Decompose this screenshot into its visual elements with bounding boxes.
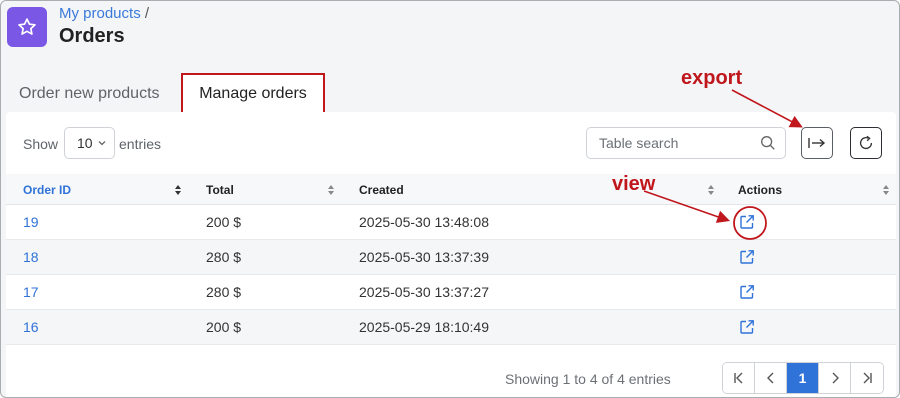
- table-row: 17 280 $ 2025-05-30 13:37:27: [6, 275, 896, 310]
- showing-entries-text: Showing 1 to 4 of 4 entries: [505, 371, 671, 387]
- tab-order-new-products[interactable]: Order new products: [19, 73, 160, 114]
- breadcrumb: My products /: [59, 5, 149, 22]
- order-id-link[interactable]: 18: [23, 249, 39, 265]
- table-row: 18 280 $ 2025-05-30 13:37:39: [6, 240, 896, 275]
- entries-label: entries: [119, 136, 162, 152]
- table-row: 16 200 $ 2025-05-29 18:10:49: [6, 310, 896, 345]
- open-external-icon[interactable]: [739, 284, 755, 300]
- sort-icon[interactable]: [707, 184, 715, 196]
- order-total: 280 $: [206, 249, 242, 265]
- open-external-icon[interactable]: [739, 214, 755, 230]
- entries-per-page-select[interactable]: 10: [64, 127, 115, 159]
- pagination: 1: [722, 362, 884, 394]
- app-logo: [7, 7, 47, 47]
- order-created: 2025-05-30 13:48:08: [359, 214, 489, 230]
- first-page-button[interactable]: [723, 363, 755, 393]
- annotation-export-label: export: [681, 67, 743, 89]
- breadcrumb-separator: /: [144, 5, 150, 22]
- sort-icon[interactable]: [174, 184, 182, 196]
- column-created[interactable]: Created: [359, 183, 404, 197]
- order-created: 2025-05-29 18:10:49: [359, 319, 489, 335]
- page-1-button[interactable]: 1: [787, 363, 819, 393]
- order-id-link[interactable]: 17: [23, 284, 39, 300]
- column-total[interactable]: Total: [206, 183, 234, 197]
- open-external-icon[interactable]: [739, 319, 755, 335]
- order-total: 280 $: [206, 284, 242, 300]
- chevron-right-icon: [832, 372, 839, 384]
- refresh-icon: [859, 135, 873, 150]
- export-button[interactable]: [801, 127, 833, 159]
- first-page-icon: [733, 372, 742, 384]
- star-icon: [18, 18, 36, 35]
- entries-select-value: 10: [77, 135, 93, 151]
- table-search-box: [586, 127, 786, 159]
- refresh-button[interactable]: [850, 127, 882, 159]
- show-label: Show: [23, 136, 59, 152]
- order-total: 200 $: [206, 214, 242, 230]
- order-created: 2025-05-30 13:37:39: [359, 249, 489, 265]
- last-page-button[interactable]: [851, 363, 883, 393]
- breadcrumb-my-products[interactable]: My products: [59, 5, 141, 22]
- chevron-down-icon: [98, 141, 106, 146]
- search-icon[interactable]: [759, 134, 777, 152]
- table-header: Order ID Total Created Actions: [6, 174, 896, 205]
- app-frame: My products / Orders Order new products …: [0, 0, 900, 398]
- open-external-icon[interactable]: [739, 249, 755, 265]
- sort-icon[interactable]: [882, 184, 890, 196]
- next-page-button[interactable]: [819, 363, 851, 393]
- column-order-id[interactable]: Order ID: [23, 183, 71, 197]
- chevron-left-icon: [766, 372, 773, 384]
- order-total: 200 $: [206, 319, 242, 335]
- table-search-input[interactable]: [599, 135, 749, 151]
- column-actions: Actions: [738, 183, 783, 197]
- order-id-link[interactable]: 16: [23, 319, 39, 335]
- order-id-link[interactable]: 19: [23, 214, 39, 230]
- tab-manage-orders[interactable]: Manage orders: [181, 73, 325, 114]
- sort-icon[interactable]: [327, 184, 335, 196]
- last-page-icon: [863, 372, 872, 384]
- page-title: Orders: [59, 25, 125, 47]
- order-created: 2025-05-30 13:37:27: [359, 284, 489, 300]
- annotation-view-label: view: [612, 173, 656, 195]
- table-row: 19 200 $ 2025-05-30 13:48:08: [6, 205, 896, 240]
- previous-page-button[interactable]: [755, 363, 787, 393]
- export-icon: [808, 138, 826, 148]
